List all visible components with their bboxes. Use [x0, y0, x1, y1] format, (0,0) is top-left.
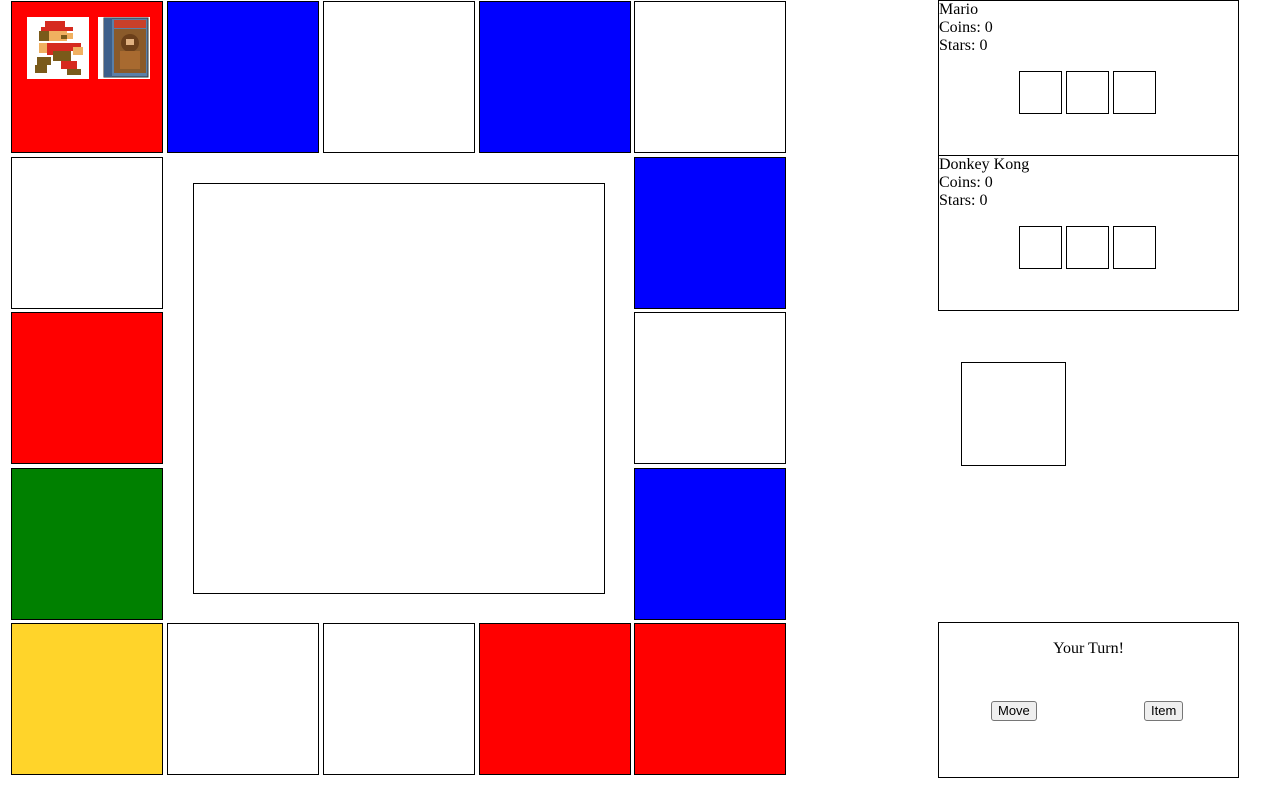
item-slot[interactable]	[1019, 71, 1062, 114]
mario-token	[27, 17, 89, 79]
board-tile	[634, 1, 786, 153]
dice-box	[961, 362, 1066, 466]
player-name: Donkey Kong	[939, 156, 1030, 173]
item-slot[interactable]	[1066, 71, 1109, 114]
board-tile	[323, 623, 475, 775]
board-tile	[634, 157, 786, 309]
item-slot[interactable]	[1066, 226, 1109, 269]
turn-indicator: Your Turn!	[1053, 640, 1124, 657]
board-tile	[167, 1, 319, 153]
player-coins: Coins: 0	[939, 19, 993, 36]
board-tile	[634, 623, 786, 775]
board-center-area	[193, 183, 605, 594]
player-coins: Coins: 0	[939, 174, 993, 191]
player-panel-donkey-kong: Donkey Kong Coins: 0 Stars: 0	[938, 155, 1239, 311]
board-tile	[634, 468, 786, 620]
board-tile	[479, 1, 631, 153]
item-slot[interactable]	[1113, 71, 1156, 114]
board-tile	[11, 312, 163, 464]
player-name: Mario	[939, 1, 979, 18]
board-tile	[11, 623, 163, 775]
board-tile	[479, 623, 631, 775]
board-tile	[11, 1, 163, 153]
board-tile	[11, 468, 163, 620]
board-tile	[323, 1, 475, 153]
player-panel-mario: Mario Coins: 0 Stars: 0	[938, 0, 1239, 156]
donkey-kong-cartridge-icon	[98, 17, 150, 79]
item-slot[interactable]	[1113, 226, 1156, 269]
move-button[interactable]: Move	[991, 701, 1037, 721]
action-panel: Your Turn! Move Item	[938, 622, 1239, 778]
player-stars: Stars: 0	[939, 192, 988, 209]
player-stars: Stars: 0	[939, 37, 988, 54]
board-tile	[11, 157, 163, 309]
item-button[interactable]: Item	[1144, 701, 1184, 721]
mario-sprite-icon	[27, 17, 89, 79]
board-tile	[634, 312, 786, 464]
donkey-kong-token	[98, 17, 150, 79]
board-tile	[167, 623, 319, 775]
item-slot[interactable]	[1019, 226, 1062, 269]
